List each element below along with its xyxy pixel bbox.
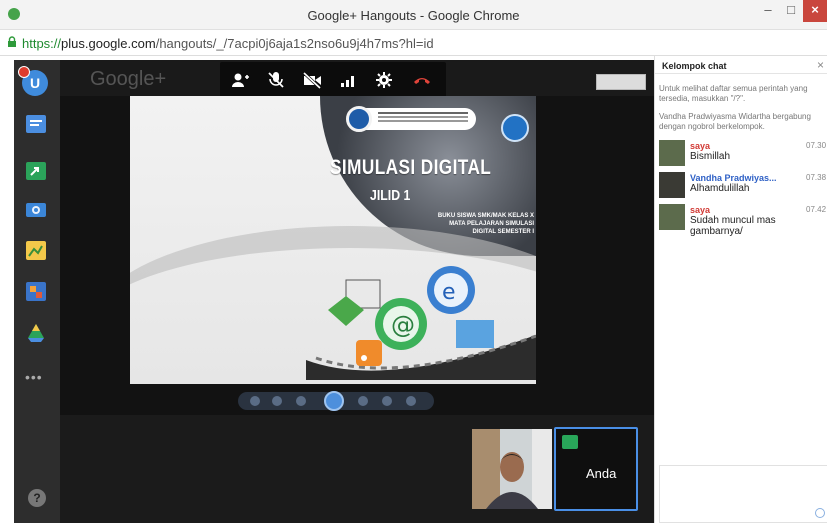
bandwidth-button[interactable] bbox=[338, 71, 358, 89]
participant-person-image bbox=[472, 429, 552, 509]
sender-name: saya bbox=[690, 141, 711, 151]
message-time: 07.42 bbox=[806, 205, 827, 214]
sender-avatar bbox=[659, 172, 685, 198]
ministry-logo bbox=[346, 106, 476, 132]
slide-caption: BUKU SISWA SMK/MAK KELAS X MATA PELAJARA… bbox=[437, 213, 534, 235]
self-name-label: Anda bbox=[586, 466, 617, 481]
forward-icon[interactable] bbox=[382, 396, 392, 406]
notification-badge bbox=[18, 66, 30, 78]
presentation-controls[interactable] bbox=[238, 391, 434, 411]
chat-panel: Kelompok chat × Untuk melihat daftar sem… bbox=[654, 56, 827, 523]
chat-icon bbox=[26, 115, 46, 133]
maximize-button[interactable]: □ bbox=[781, 0, 801, 22]
minimize-button[interactable]: – bbox=[757, 0, 779, 22]
mic-muted-icon bbox=[268, 72, 284, 88]
play-icon[interactable] bbox=[324, 391, 344, 411]
settings-button[interactable] bbox=[374, 71, 394, 89]
address-bar[interactable]: https://plus.google.com/hangouts/_/7acpi… bbox=[0, 30, 827, 56]
stop-icon[interactable] bbox=[406, 396, 416, 406]
sender-avatar bbox=[659, 204, 685, 230]
close-chat-button[interactable]: × bbox=[817, 58, 824, 72]
message-text: Bismillah bbox=[690, 151, 731, 162]
invite-button[interactable] bbox=[230, 71, 250, 89]
app-tile-icon bbox=[26, 282, 46, 301]
screenshare-active-icon bbox=[562, 435, 578, 449]
sender-name: saya bbox=[690, 205, 711, 215]
drive-icon bbox=[28, 324, 44, 342]
chat-system-message: Untuk melihat daftar semua perintah yang… bbox=[659, 84, 808, 103]
google-plus-watermark: Google+ bbox=[90, 68, 167, 90]
shared-slide: SIMULASI DIGITAL JILID 1 BUKU SISWA SMK/… bbox=[130, 96, 536, 384]
participant-video-thumbnail[interactable] bbox=[472, 429, 552, 509]
sender-avatar bbox=[659, 140, 685, 166]
message-time: 07.38 bbox=[806, 173, 827, 182]
window-titlebar: Google+ Hangouts - Google Chrome – □ × bbox=[0, 0, 827, 30]
prev-icon[interactable] bbox=[250, 396, 260, 406]
chat-message: saya 07.30 Bismillah bbox=[659, 140, 827, 174]
shared-window-controls bbox=[596, 74, 646, 90]
svg-text:@: @ bbox=[391, 311, 415, 339]
chat-message-input[interactable] bbox=[659, 465, 827, 523]
sender-name: Vandha Pradwiyas... bbox=[690, 173, 777, 183]
zoom-out-icon[interactable] bbox=[296, 396, 306, 406]
chat-message: Vandha Pradwiyas... 07.38 Alhamdulillah bbox=[659, 172, 827, 206]
self-video-tile[interactable]: Anda bbox=[554, 427, 638, 511]
screenshare-icon bbox=[26, 162, 46, 180]
chat-title: Kelompok chat bbox=[662, 61, 727, 71]
slide-title: SIMULASI DIGITAL bbox=[330, 156, 492, 179]
app-rail: U ••• ? bbox=[14, 60, 60, 523]
drive-app-button[interactable] bbox=[24, 322, 48, 344]
chat-message: saya 07.42 Sudah muncul mas gambarnya/ bbox=[659, 204, 827, 238]
url-path: /hangouts/_/7acpi0j6aja1s2nso6u9j4h7ms?h… bbox=[155, 36, 434, 51]
media-collage-illustration: @ e bbox=[306, 266, 536, 380]
emblem-icon bbox=[346, 106, 372, 132]
camera-off-button[interactable] bbox=[302, 71, 322, 89]
mute-mic-button[interactable] bbox=[266, 71, 286, 89]
zoom-in-icon[interactable] bbox=[358, 396, 368, 406]
svg-text:e: e bbox=[442, 280, 456, 305]
chat-header: Kelompok chat × bbox=[655, 56, 827, 74]
help-button[interactable]: ? bbox=[28, 489, 46, 507]
youtube-app-button[interactable] bbox=[24, 281, 48, 303]
capture-app-button[interactable] bbox=[24, 199, 48, 221]
gear-icon bbox=[376, 72, 392, 88]
message-text: Sudah muncul mas gambarnya/ bbox=[690, 215, 776, 237]
participant-filmstrip: Anda bbox=[60, 415, 654, 523]
video-stage: Google+ SIMULASI DIGITAL JILID 1 BUKU SI… bbox=[60, 60, 654, 523]
emoji-icon[interactable] bbox=[815, 508, 825, 518]
screenshare-app-button[interactable] bbox=[24, 161, 48, 183]
runner-logo-icon bbox=[501, 114, 529, 142]
more-apps-button[interactable]: ••• bbox=[25, 369, 43, 385]
rewind-icon[interactable] bbox=[272, 396, 282, 406]
effects-app-button[interactable] bbox=[24, 240, 48, 262]
chat-app-button[interactable] bbox=[24, 114, 48, 136]
message-time: 07.30 bbox=[806, 141, 827, 150]
url-scheme: https:// bbox=[22, 36, 62, 51]
hang-up-icon bbox=[414, 78, 430, 84]
camera-icon bbox=[26, 203, 46, 217]
signal-bars-icon bbox=[341, 76, 354, 87]
close-window-button[interactable]: × bbox=[803, 0, 827, 22]
message-text: Alhamdulillah bbox=[690, 183, 750, 194]
url-host: plus.google.com bbox=[61, 36, 156, 51]
hang-up-button[interactable] bbox=[412, 71, 432, 89]
effects-icon bbox=[26, 241, 46, 260]
camera-off-icon bbox=[302, 71, 322, 89]
chat-system-message: Vandha Pradwiyasma Widartha bergabung de… bbox=[659, 112, 811, 131]
url-text[interactable]: https://plus.google.com/hangouts/_/7acpi… bbox=[22, 36, 434, 51]
call-toolbar bbox=[220, 62, 446, 98]
window-title: Google+ Hangouts - Google Chrome bbox=[307, 8, 520, 23]
lock-icon bbox=[8, 36, 16, 47]
slide-subtitle: JILID 1 bbox=[370, 187, 411, 204]
add-person-icon bbox=[232, 73, 249, 87]
